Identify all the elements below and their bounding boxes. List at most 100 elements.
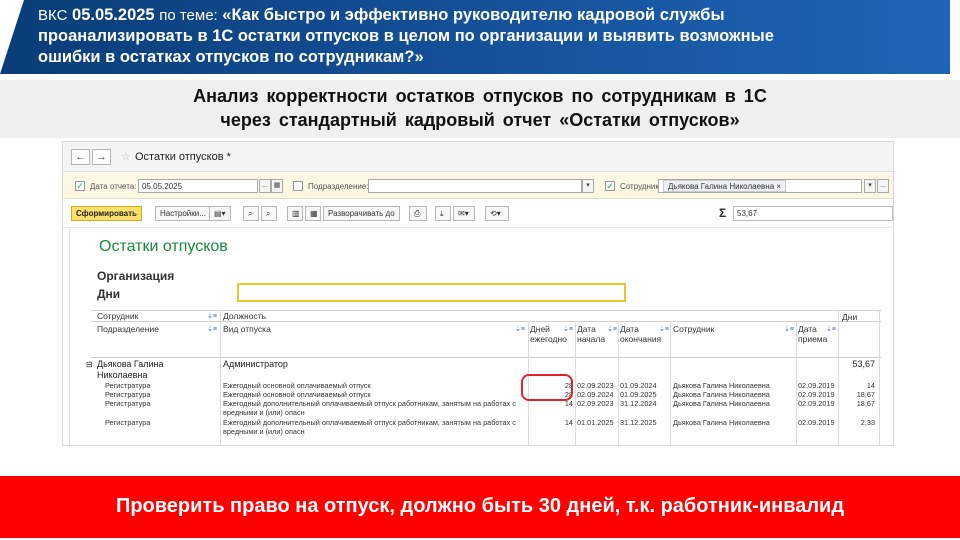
highlight-oval bbox=[521, 374, 573, 401]
row-date-start: 01.01.2025 bbox=[577, 418, 614, 427]
find-next-button[interactable]: ⌕ bbox=[261, 206, 277, 221]
row-hire-date: 02.09.2019 bbox=[798, 418, 835, 427]
find-button[interactable]: ⌕ bbox=[243, 206, 259, 221]
col-divider bbox=[220, 310, 221, 445]
row-date-end: 01.09.2025 bbox=[620, 390, 657, 399]
sort-icon[interactable]: ⇣≡ bbox=[607, 325, 617, 333]
department-input[interactable] bbox=[368, 179, 582, 193]
banner-topic-line2: проанализировать в 1С остатки отпусков в… bbox=[38, 27, 774, 45]
report-body: Остатки отпусков Организация Дни bbox=[63, 229, 893, 445]
row-department: Регистратура bbox=[105, 399, 151, 408]
date-dropdown-button[interactable]: ... bbox=[259, 179, 271, 193]
header-days[interactable]: Дни bbox=[842, 312, 857, 322]
sort-icon[interactable]: ⇣≡ bbox=[826, 325, 836, 333]
close-icon[interactable]: × bbox=[776, 182, 781, 191]
window-title: Остатки отпусков * bbox=[135, 151, 231, 163]
row-leave-type: Ежегодный основной оплачиваемый отпуск bbox=[223, 381, 371, 390]
row-leave-type: Ежегодный дополнительный оплачиваемый от… bbox=[223, 418, 516, 427]
collapse-button[interactable]: ▥ bbox=[287, 206, 303, 221]
report-window: ← → ☆ Остатки отпусков * ✓ Дата отчета: … bbox=[62, 141, 894, 446]
subtitle-block: Анализ корректности остатков отпусков по… bbox=[0, 80, 960, 138]
row-days: 18,67 bbox=[856, 390, 875, 399]
header-hire-date[interactable]: Дата приема bbox=[798, 324, 827, 344]
col-divider bbox=[838, 310, 839, 445]
refresh-icon: ⟲▾ bbox=[490, 209, 501, 218]
sort-icon[interactable]: ⇣≡ bbox=[563, 325, 573, 333]
generate-button[interactable]: Сформировать bbox=[71, 206, 142, 221]
employee-checkbox[interactable]: ✓ bbox=[605, 181, 615, 191]
header-department[interactable]: Подразделение bbox=[97, 324, 159, 334]
banner-vks: ВКС bbox=[38, 7, 68, 24]
row-employee: Дьякова Галина Николаевна bbox=[673, 381, 770, 390]
employee-dropdown-button[interactable]: ▾ bbox=[864, 179, 876, 193]
table-top-border bbox=[91, 310, 881, 311]
employee-select-button[interactable]: ... bbox=[877, 179, 889, 193]
row-days: 14 bbox=[866, 381, 875, 390]
selected-cell-box[interactable] bbox=[237, 283, 626, 302]
header-date-end[interactable]: Дата окончания bbox=[620, 324, 661, 344]
col-divider bbox=[618, 321, 619, 445]
row-leave-type-cont: вредными и (или) опасн bbox=[223, 427, 305, 436]
col-divider bbox=[796, 321, 797, 445]
sort-icon[interactable]: ⇣≡ bbox=[207, 312, 217, 320]
footer-banner: Проверить право на отпуск, должно быть 3… bbox=[0, 476, 960, 538]
report-gutter bbox=[63, 229, 70, 445]
row-leave-type-cont: вредными и (или) опасн bbox=[223, 408, 305, 417]
window-titlebar: ← → ☆ Остатки отпусков * bbox=[63, 142, 893, 172]
banner-text: ВКС 05.05.2025 по теме: «Как быстро и эф… bbox=[38, 5, 938, 68]
slide: ВКС 05.05.2025 по теме: «Как быстро и эф… bbox=[0, 0, 960, 540]
employee-label: Сотрудник: bbox=[620, 182, 662, 191]
expand-to-button[interactable]: Разворачивать до bbox=[323, 206, 400, 221]
subtitle-line1: Анализ корректности остатков отпусков по… bbox=[193, 86, 767, 106]
organization-label: Организация bbox=[97, 269, 175, 283]
sort-icon[interactable]: ⇣≡ bbox=[207, 325, 217, 333]
printer-icon: ⎙ bbox=[414, 209, 421, 218]
calendar-icon[interactable]: ▦ bbox=[271, 179, 283, 193]
row-employee: Дьякова Галина Николаевна bbox=[673, 390, 770, 399]
zoom-icon: ⌕ bbox=[266, 209, 271, 218]
mail-icon: ✉▾ bbox=[458, 209, 469, 218]
row-department: Регистратура bbox=[105, 390, 151, 399]
expand-button[interactable]: ▦ bbox=[305, 206, 321, 221]
header-position[interactable]: Должность bbox=[223, 311, 266, 321]
report-toolbar: Сформировать Настройки... ▤▾ ⌕ ⌕ ▥ ▦ Раз… bbox=[63, 200, 893, 228]
back-button[interactable]: ← bbox=[71, 149, 90, 165]
more-button[interactable]: ⟲▾ bbox=[485, 206, 509, 221]
download-icon: ⤓ bbox=[440, 209, 444, 218]
row-hire-date: 02.09.2019 bbox=[798, 390, 835, 399]
group-total-days: 53,67 bbox=[852, 359, 875, 369]
collapse-group-icon[interactable]: ⊟ bbox=[86, 359, 93, 370]
forward-button[interactable]: → bbox=[92, 149, 111, 165]
save-button[interactable]: ⤓ bbox=[435, 206, 451, 221]
outline-expand-icon: ▦ bbox=[310, 209, 318, 218]
row-date-end: 31.12.2025 bbox=[620, 418, 657, 427]
email-button[interactable]: ✉▾ bbox=[453, 206, 475, 221]
print-button[interactable]: ⎙ bbox=[409, 206, 427, 221]
employee-tag[interactable]: Дьякова Галина Николаевна × bbox=[663, 180, 787, 192]
days-param-label: Дни bbox=[97, 287, 121, 301]
group-position: Администратор bbox=[223, 359, 288, 369]
subtitle-line2: через стандартный кадровый отчет «Остатк… bbox=[220, 110, 740, 130]
report-title: Остатки отпусков bbox=[99, 238, 228, 255]
settings-button[interactable]: Настройки... bbox=[155, 206, 211, 221]
sort-icon[interactable]: ⇣≡ bbox=[659, 325, 669, 333]
row-date-end: 31.12.2024 bbox=[620, 399, 657, 408]
variant-button[interactable]: ▤▾ bbox=[209, 206, 231, 221]
header-employee[interactable]: Сотрудник bbox=[97, 311, 138, 321]
favorite-star-icon[interactable]: ☆ bbox=[121, 150, 131, 163]
header-date-start[interactable]: Дата начала bbox=[577, 324, 605, 344]
row-employee: Дьякова Галина Николаевна bbox=[673, 399, 770, 408]
sort-icon[interactable]: ⇣≡ bbox=[784, 325, 794, 333]
sort-icon[interactable]: ⇣≡ bbox=[515, 325, 525, 333]
header-employee2[interactable]: Сотрудник bbox=[673, 324, 714, 334]
department-dropdown-button[interactable]: ▾ bbox=[582, 179, 594, 193]
sum-field: 53,67 bbox=[733, 206, 893, 221]
date-label: Дата отчета: bbox=[90, 182, 137, 191]
outline-icon: ▥ bbox=[292, 209, 300, 218]
date-input[interactable]: 05.05.2025 bbox=[138, 179, 258, 193]
department-checkbox[interactable] bbox=[293, 181, 303, 191]
date-checkbox[interactable]: ✓ bbox=[75, 181, 85, 191]
header-leave-type[interactable]: Вид отпуска bbox=[223, 324, 271, 334]
group-name-line2: Николаевна bbox=[97, 370, 148, 380]
row-department: Регистратура bbox=[105, 381, 151, 390]
